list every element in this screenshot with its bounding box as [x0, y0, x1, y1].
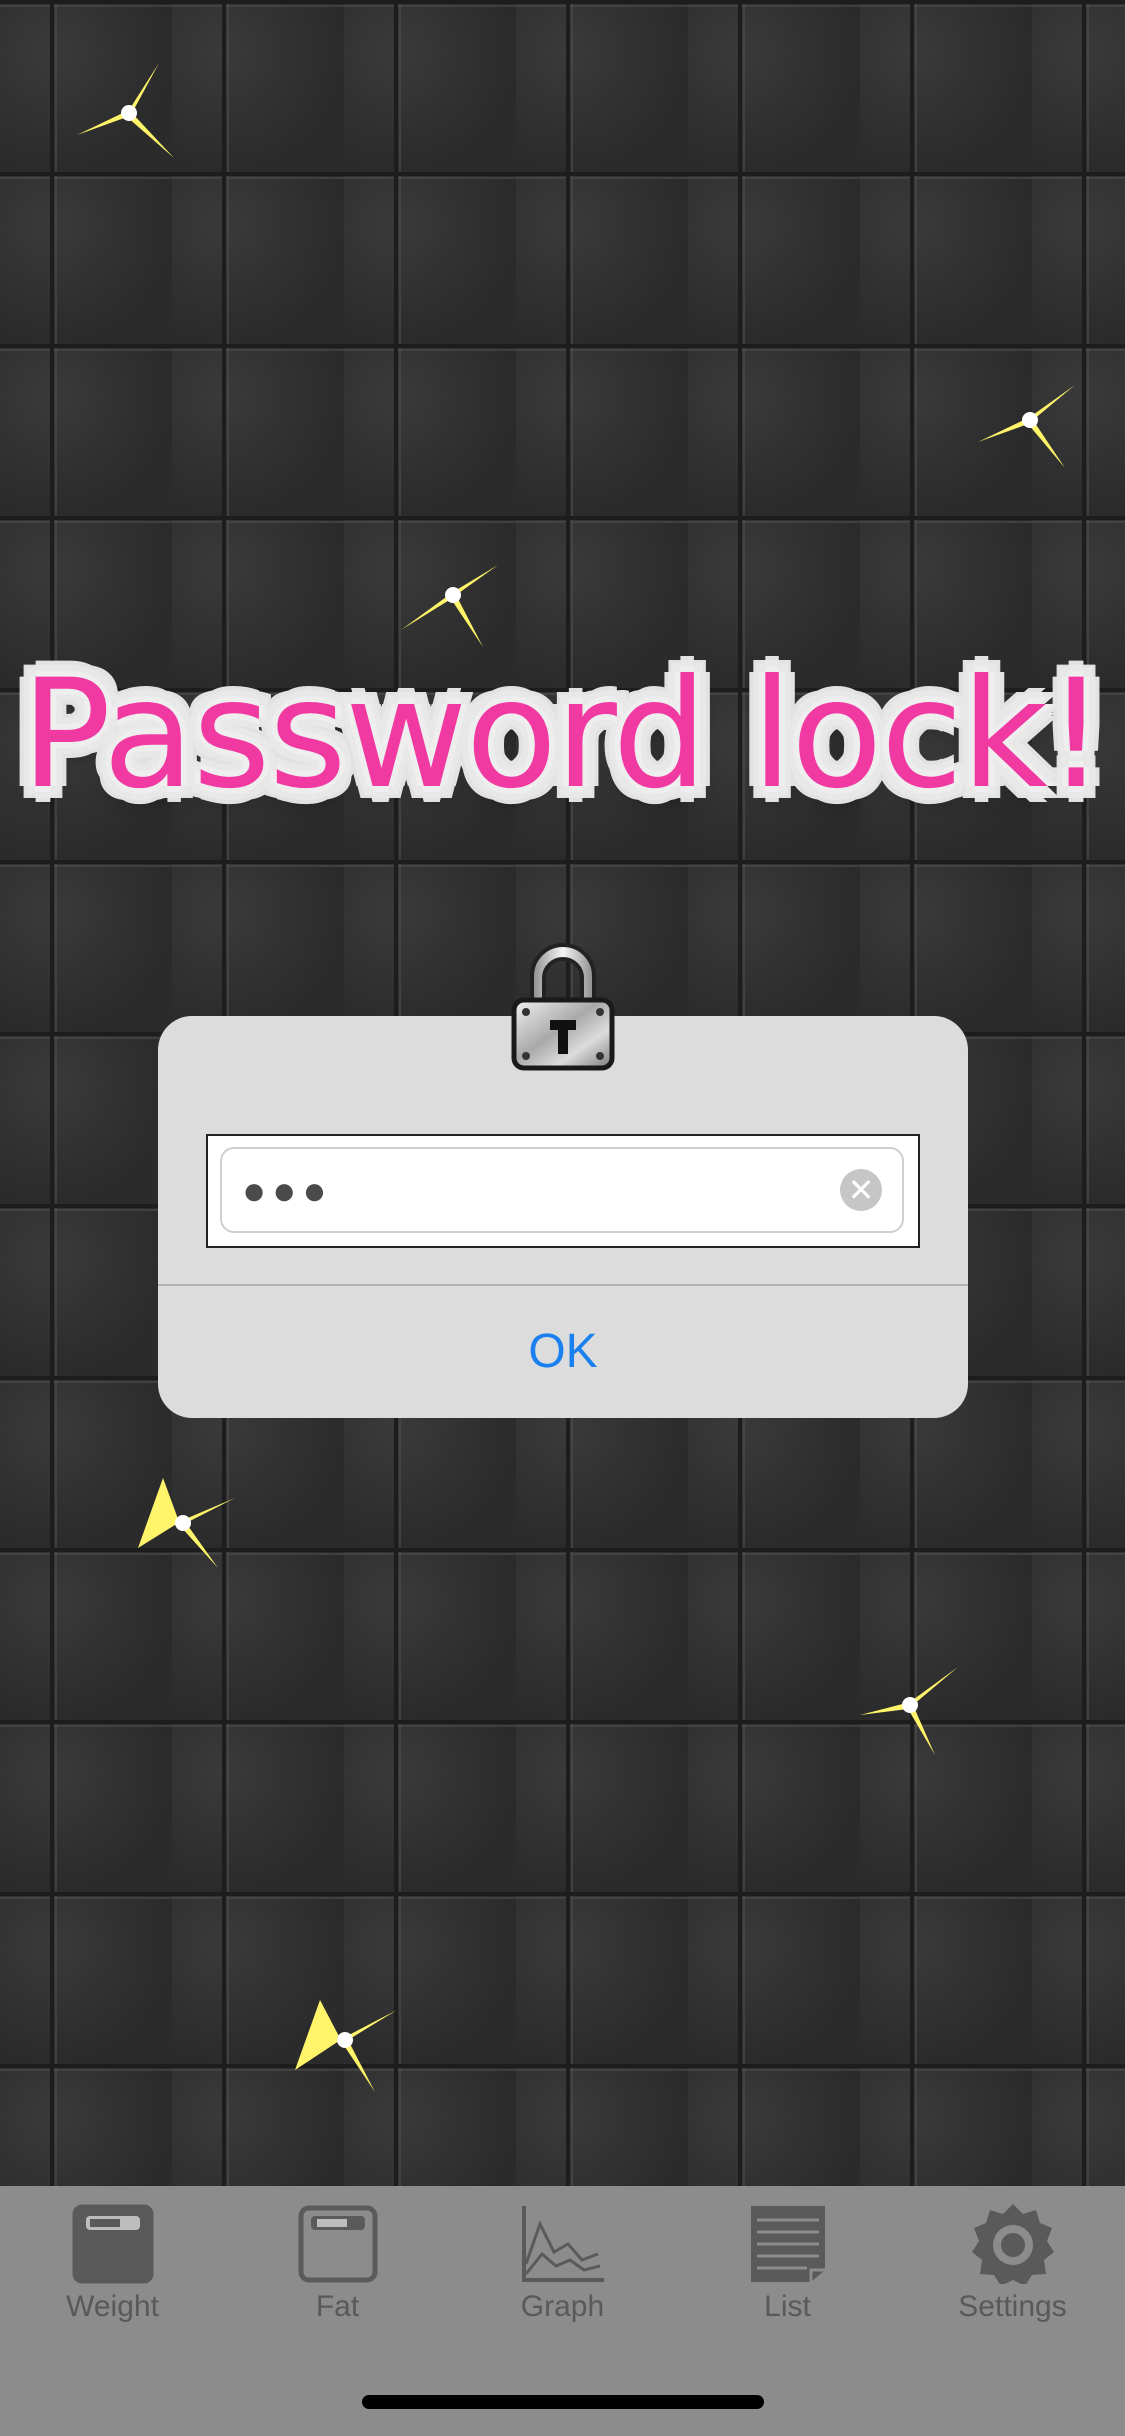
- tab-settings-label: Settings: [958, 2290, 1067, 2323]
- password-mask: ●●●: [242, 1169, 333, 1213]
- tab-graph[interactable]: Graph: [450, 2204, 675, 2344]
- password-input[interactable]: ●●● ✕: [220, 1147, 904, 1233]
- graph-icon: [521, 2206, 604, 2282]
- tab-weight-label: Weight: [66, 2290, 159, 2323]
- home-indicator[interactable]: [362, 2395, 764, 2409]
- tab-weight[interactable]: Weight: [0, 2204, 225, 2344]
- password-dialog: ●●● ✕ OK: [158, 1016, 968, 1418]
- password-input-frame: ●●● ✕: [206, 1134, 920, 1248]
- tab-list-label: List: [764, 2290, 811, 2323]
- tab-graph-label: Graph: [520, 2290, 605, 2323]
- sparkle-icon: [295, 2000, 397, 2092]
- tab-settings[interactable]: Settings: [900, 2204, 1125, 2344]
- tab-list[interactable]: List: [675, 2204, 900, 2344]
- sparkle-icon: [978, 385, 1075, 468]
- page-title: Password lock!: [20, 648, 1106, 822]
- tab-fat-label: Fat: [315, 2290, 360, 2323]
- padlock-icon: [511, 943, 615, 1071]
- gear-icon: [971, 2204, 1054, 2284]
- sparkle-icon: [77, 63, 174, 158]
- sparkle-icon: [138, 1478, 235, 1568]
- scale-icon: [72, 2204, 153, 2284]
- body-fat-scale-icon: [298, 2205, 377, 2283]
- tab-fat[interactable]: Fat: [225, 2204, 450, 2344]
- list-icon: [750, 2206, 825, 2282]
- sparkle-icon: [401, 565, 498, 647]
- ok-button[interactable]: OK: [158, 1286, 968, 1418]
- clear-input-icon[interactable]: ✕: [840, 1169, 882, 1211]
- sparkle-icon: [860, 1667, 958, 1755]
